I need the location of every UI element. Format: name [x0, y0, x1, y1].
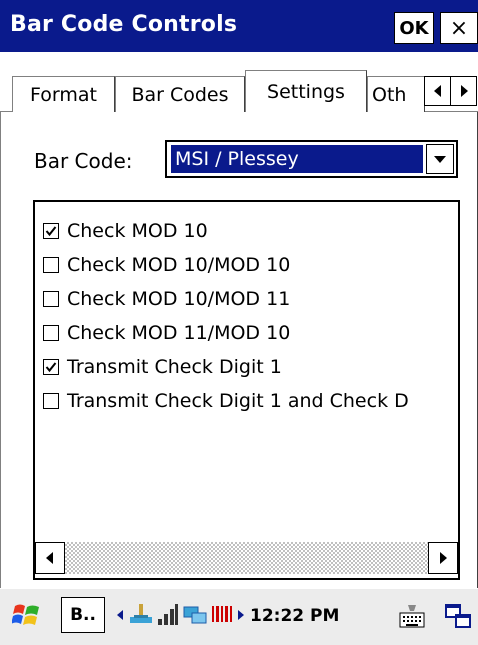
bar-code-dropdown[interactable]: MSI / Plessey: [165, 140, 458, 178]
checkbox-icon[interactable]: [43, 393, 59, 409]
task-button[interactable]: B..: [61, 597, 105, 633]
checkbox-icon[interactable]: [43, 257, 59, 273]
option-label: Transmit Check Digit 1 and Check D: [67, 390, 409, 412]
scroll-left-icon[interactable]: [35, 542, 65, 574]
scroll-right-icon[interactable]: [428, 542, 458, 574]
checkbox-checked-icon[interactable]: [43, 359, 59, 375]
option-label: Check MOD 10: [67, 220, 208, 242]
window-title: Bar Code Controls: [10, 12, 238, 37]
clock-time[interactable]: 12:22 PM: [250, 606, 339, 626]
horizontal-scrollbar[interactable]: [35, 540, 458, 576]
arrow-right-icon[interactable]: [236, 607, 246, 626]
checkbox-icon[interactable]: [43, 325, 59, 341]
usb-sync-icon[interactable]: [128, 601, 154, 631]
list-item[interactable]: Check MOD 10/MOD 11: [43, 282, 458, 316]
windows-start-icon[interactable]: [10, 597, 44, 633]
arrow-left-icon[interactable]: [115, 607, 125, 626]
list-item[interactable]: Check MOD 10: [43, 214, 458, 248]
list-item[interactable]: Check MOD 10/MOD 10: [43, 248, 458, 282]
tab-bar-codes[interactable]: Bar Codes: [115, 76, 245, 112]
list-item[interactable]: Check MOD 11/MOD 10: [43, 316, 458, 350]
tab-scroll-right-icon[interactable]: [450, 76, 477, 106]
barcode-scanner-icon[interactable]: [211, 603, 233, 629]
signal-strength-icon[interactable]: [157, 601, 179, 631]
chevron-down-icon[interactable]: [426, 144, 454, 174]
checkbox-icon[interactable]: [43, 291, 59, 307]
window-switch-icon[interactable]: [442, 599, 476, 633]
bar-code-label: Bar Code:: [34, 149, 133, 173]
title-bar: Bar Code Controls OK ×: [0, 0, 478, 52]
scroll-track[interactable]: [65, 542, 428, 574]
options-list: Check MOD 10 Check MOD 10/MOD 10 Check M…: [33, 200, 460, 580]
network-icon[interactable]: [182, 601, 208, 631]
option-label: Transmit Check Digit 1: [67, 356, 282, 378]
keyboard-icon[interactable]: [395, 599, 429, 633]
taskbar: B.. 12:22 PM: [0, 588, 478, 645]
list-item[interactable]: Transmit Check Digit 1: [43, 350, 458, 384]
tab-format[interactable]: Format: [12, 76, 115, 112]
bar-code-selected-value: MSI / Plessey: [171, 145, 423, 173]
close-button[interactable]: ×: [440, 12, 478, 44]
tab-scroll-left-icon[interactable]: [424, 76, 451, 106]
checkbox-checked-icon[interactable]: [43, 223, 59, 239]
tab-settings[interactable]: Settings: [245, 70, 367, 112]
option-label: Check MOD 10/MOD 11: [67, 288, 291, 310]
option-label: Check MOD 10/MOD 10: [67, 254, 291, 276]
tab-other[interactable]: Oth: [367, 76, 425, 112]
ok-button[interactable]: OK: [394, 12, 434, 44]
system-tray: 12:22 PM: [115, 599, 339, 633]
option-label: Check MOD 11/MOD 10: [67, 322, 291, 344]
list-item[interactable]: Transmit Check Digit 1 and Check D: [43, 384, 458, 418]
